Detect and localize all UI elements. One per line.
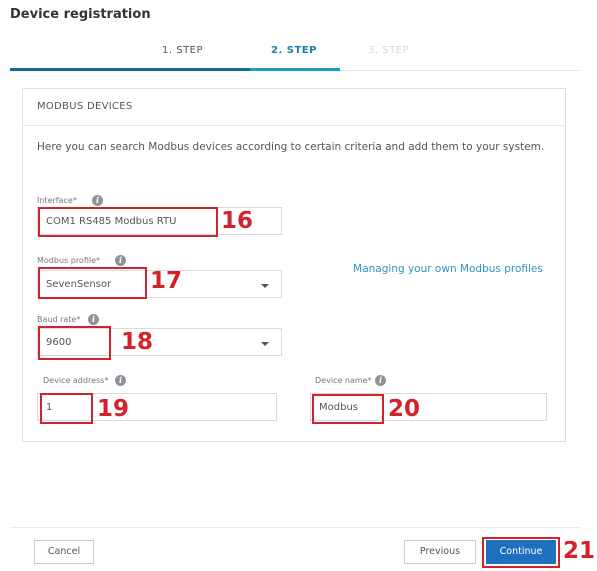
annotation-box-device-name xyxy=(312,394,384,424)
card-divider xyxy=(23,125,565,126)
interface-label: Interface* xyxy=(37,196,77,205)
modbus-devices-card: MODBUS DEVICES Here you can search Modbu… xyxy=(22,88,566,442)
card-description: Here you can search Modbus devices accor… xyxy=(37,141,545,153)
annotation-number-device-name: 20 xyxy=(388,396,421,422)
annotation-number-profile: 17 xyxy=(150,268,183,294)
chevron-down-icon xyxy=(261,342,269,346)
step-3-tab: 3. STEP xyxy=(368,45,410,56)
baud-rate-label: Baud rate* xyxy=(37,315,81,324)
device-name-label: Device name* xyxy=(315,376,372,385)
annotation-box-continue xyxy=(482,537,560,568)
step-2-tab[interactable]: 2. STEP xyxy=(271,45,317,56)
footer-divider xyxy=(10,527,580,528)
info-icon[interactable]: i xyxy=(88,314,99,325)
step-1-underline xyxy=(10,68,250,71)
info-icon[interactable]: i xyxy=(115,255,126,266)
annotation-box-profile xyxy=(38,267,147,299)
cancel-button[interactable]: Cancel xyxy=(34,540,94,564)
step-2-underline xyxy=(250,68,340,71)
annotation-number-address: 19 xyxy=(97,396,130,422)
info-icon[interactable]: i xyxy=(375,375,386,386)
info-icon[interactable]: i xyxy=(115,375,126,386)
annotation-box-baud-rate xyxy=(38,326,111,360)
modbus-profile-label: Modbus profile* xyxy=(37,256,101,265)
step-1-tab[interactable]: 1. STEP xyxy=(162,45,203,56)
chevron-down-icon xyxy=(261,284,269,288)
card-title: MODBUS DEVICES xyxy=(37,101,133,112)
device-address-label: Device address* xyxy=(43,376,109,385)
info-icon[interactable]: i xyxy=(92,195,103,206)
annotation-box-address xyxy=(40,393,93,424)
manage-profiles-link[interactable]: Managing your own Modbus profiles xyxy=(343,261,553,278)
page-title: Device registration xyxy=(10,7,151,22)
annotation-number-continue: 21 xyxy=(563,538,596,564)
annotation-number-interface: 16 xyxy=(221,208,254,234)
previous-button[interactable]: Previous xyxy=(404,540,476,564)
annotation-box-interface xyxy=(38,207,218,237)
annotation-number-baud-rate: 18 xyxy=(121,329,154,355)
